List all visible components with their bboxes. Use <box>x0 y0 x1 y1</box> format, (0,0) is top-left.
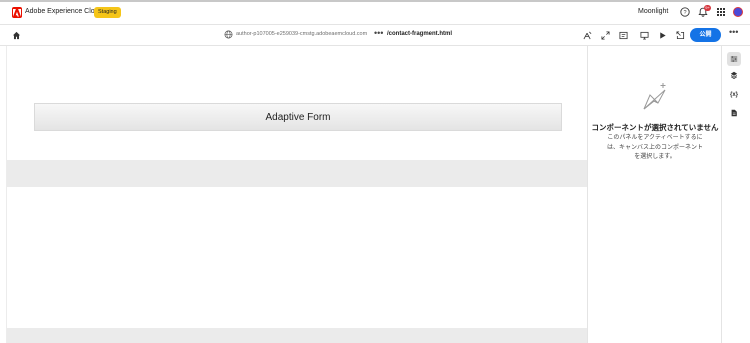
more-options-button[interactable]: ••• <box>729 27 738 37</box>
play-icon[interactable] <box>658 31 667 40</box>
publish-button[interactable]: 公開 <box>690 28 721 42</box>
variables-button[interactable]: {x} <box>727 88 741 102</box>
adobe-logo[interactable] <box>12 7 22 18</box>
form-title: Adaptive Form <box>265 111 331 123</box>
document-button[interactable] <box>727 106 741 120</box>
right-rail: {x} <box>721 46 750 343</box>
page-info-icon[interactable] <box>619 31 628 40</box>
url-host[interactable]: author-p107005-e259039-cmstg.adobeaemclo… <box>236 31 367 37</box>
editor-app: Adobe Experience Cloud Staging Moonlight… <box>0 0 750 343</box>
shell-top-line <box>0 0 750 2</box>
properties-icon[interactable] <box>583 31 592 40</box>
globe-icon <box>224 30 233 39</box>
fullscreen-icon[interactable] <box>601 31 610 40</box>
url-path[interactable]: /contact-fragment.html <box>387 31 452 37</box>
properties-panel-icon <box>730 56 738 62</box>
panel-empty-title: コンポーネントが選択されていません <box>591 123 719 132</box>
properties-panel: コンポーネントが選択されていません このパネルをアクティベートするには、キャンバ… <box>587 46 721 343</box>
layers-button[interactable] <box>727 68 741 82</box>
layers-icon <box>730 71 738 79</box>
avatar[interactable] <box>733 7 743 17</box>
select-component-icon <box>643 83 666 110</box>
properties-panel-button[interactable] <box>727 52 741 66</box>
environment-badge: Staging <box>94 7 121 18</box>
editor-toolbar: author-p107005-e259039-cmstg.adobeaemclo… <box>0 25 750 46</box>
org-name[interactable]: Moonlight <box>638 8 668 15</box>
app-name[interactable]: Adobe Experience Cloud <box>25 8 102 15</box>
adaptive-form-banner[interactable]: Adaptive Form <box>34 103 562 131</box>
home-icon[interactable] <box>12 31 21 40</box>
app-switcher-icon[interactable] <box>716 7 726 17</box>
url-more-button[interactable]: ••• <box>374 28 383 38</box>
open-external-icon[interactable] <box>676 31 685 40</box>
svg-text:?: ? <box>683 10 686 16</box>
form-container-placeholder[interactable] <box>7 160 588 187</box>
form-footer-placeholder[interactable] <box>7 328 588 343</box>
preview-desktop-icon[interactable] <box>640 31 649 40</box>
help-icon[interactable]: ? <box>680 7 690 17</box>
shell-bar: Adobe Experience Cloud Staging Moonlight… <box>0 0 750 25</box>
editor-canvas[interactable]: Adaptive Form <box>6 46 588 343</box>
document-icon <box>731 109 737 117</box>
panel-empty-description: このパネルをアクティベートするには、キャンバス上のコンポーネントを選択します。 <box>606 135 703 160</box>
notification-badge: 9+ <box>704 5 711 11</box>
variables-icon: {x} <box>729 92 738 98</box>
